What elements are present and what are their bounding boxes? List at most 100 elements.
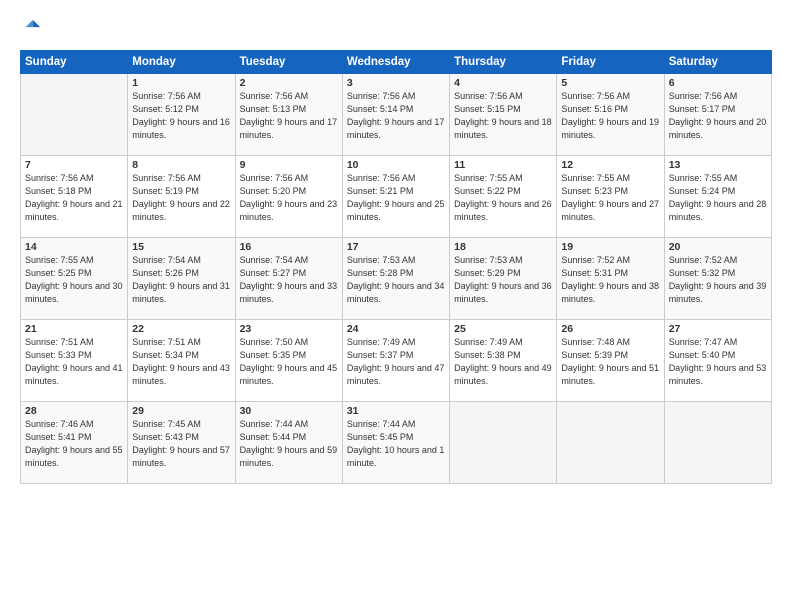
day-cell: 1Sunrise: 7:56 AMSunset: 5:12 PMDaylight…: [128, 74, 235, 156]
logo: [20, 18, 46, 40]
day-number: 7: [25, 159, 123, 171]
weekday-header-saturday: Saturday: [664, 51, 771, 74]
day-number: 4: [454, 77, 552, 89]
day-cell: 17Sunrise: 7:53 AMSunset: 5:28 PMDayligh…: [342, 238, 449, 320]
weekday-header-friday: Friday: [557, 51, 664, 74]
day-number: 14: [25, 241, 123, 253]
calendar-header: SundayMondayTuesdayWednesdayThursdayFrid…: [21, 51, 772, 74]
day-info: Sunrise: 7:56 AMSunset: 5:12 PMDaylight:…: [132, 90, 230, 142]
day-cell: 28Sunrise: 7:46 AMSunset: 5:41 PMDayligh…: [21, 402, 128, 484]
day-number: 21: [25, 323, 123, 335]
day-info: Sunrise: 7:51 AMSunset: 5:33 PMDaylight:…: [25, 336, 123, 388]
day-info: Sunrise: 7:51 AMSunset: 5:34 PMDaylight:…: [132, 336, 230, 388]
day-info: Sunrise: 7:55 AMSunset: 5:23 PMDaylight:…: [561, 172, 659, 224]
day-info: Sunrise: 7:56 AMSunset: 5:16 PMDaylight:…: [561, 90, 659, 142]
day-info: Sunrise: 7:44 AMSunset: 5:45 PMDaylight:…: [347, 418, 445, 470]
day-number: 31: [347, 405, 445, 417]
day-info: Sunrise: 7:52 AMSunset: 5:31 PMDaylight:…: [561, 254, 659, 306]
day-number: 3: [347, 77, 445, 89]
calendar-body: 1Sunrise: 7:56 AMSunset: 5:12 PMDaylight…: [21, 74, 772, 484]
day-number: 2: [240, 77, 338, 89]
day-number: 27: [669, 323, 767, 335]
day-cell: 9Sunrise: 7:56 AMSunset: 5:20 PMDaylight…: [235, 156, 342, 238]
day-cell: 15Sunrise: 7:54 AMSunset: 5:26 PMDayligh…: [128, 238, 235, 320]
day-number: 18: [454, 241, 552, 253]
day-number: 11: [454, 159, 552, 171]
day-info: Sunrise: 7:56 AMSunset: 5:15 PMDaylight:…: [454, 90, 552, 142]
day-info: Sunrise: 7:44 AMSunset: 5:44 PMDaylight:…: [240, 418, 338, 470]
day-cell: 16Sunrise: 7:54 AMSunset: 5:27 PMDayligh…: [235, 238, 342, 320]
day-number: 17: [347, 241, 445, 253]
day-number: 25: [454, 323, 552, 335]
week-row-4: 21Sunrise: 7:51 AMSunset: 5:33 PMDayligh…: [21, 320, 772, 402]
day-info: Sunrise: 7:56 AMSunset: 5:14 PMDaylight:…: [347, 90, 445, 142]
day-number: 15: [132, 241, 230, 253]
day-info: Sunrise: 7:53 AMSunset: 5:29 PMDaylight:…: [454, 254, 552, 306]
day-number: 23: [240, 323, 338, 335]
calendar-table: SundayMondayTuesdayWednesdayThursdayFrid…: [20, 50, 772, 484]
day-info: Sunrise: 7:54 AMSunset: 5:26 PMDaylight:…: [132, 254, 230, 306]
day-cell: 7Sunrise: 7:56 AMSunset: 5:18 PMDaylight…: [21, 156, 128, 238]
day-cell: 4Sunrise: 7:56 AMSunset: 5:15 PMDaylight…: [450, 74, 557, 156]
day-info: Sunrise: 7:55 AMSunset: 5:22 PMDaylight:…: [454, 172, 552, 224]
day-info: Sunrise: 7:56 AMSunset: 5:17 PMDaylight:…: [669, 90, 767, 142]
day-info: Sunrise: 7:46 AMSunset: 5:41 PMDaylight:…: [25, 418, 123, 470]
day-info: Sunrise: 7:55 AMSunset: 5:24 PMDaylight:…: [669, 172, 767, 224]
day-cell: [21, 74, 128, 156]
day-cell: 31Sunrise: 7:44 AMSunset: 5:45 PMDayligh…: [342, 402, 449, 484]
day-cell: 6Sunrise: 7:56 AMSunset: 5:17 PMDaylight…: [664, 74, 771, 156]
day-cell: 30Sunrise: 7:44 AMSunset: 5:44 PMDayligh…: [235, 402, 342, 484]
day-cell: 19Sunrise: 7:52 AMSunset: 5:31 PMDayligh…: [557, 238, 664, 320]
day-number: 6: [669, 77, 767, 89]
day-cell: 11Sunrise: 7:55 AMSunset: 5:22 PMDayligh…: [450, 156, 557, 238]
day-number: 19: [561, 241, 659, 253]
day-info: Sunrise: 7:54 AMSunset: 5:27 PMDaylight:…: [240, 254, 338, 306]
weekday-header-tuesday: Tuesday: [235, 51, 342, 74]
day-number: 8: [132, 159, 230, 171]
week-row-3: 14Sunrise: 7:55 AMSunset: 5:25 PMDayligh…: [21, 238, 772, 320]
week-row-1: 1Sunrise: 7:56 AMSunset: 5:12 PMDaylight…: [21, 74, 772, 156]
weekday-header-wednesday: Wednesday: [342, 51, 449, 74]
day-cell: 10Sunrise: 7:56 AMSunset: 5:21 PMDayligh…: [342, 156, 449, 238]
weekday-header-monday: Monday: [128, 51, 235, 74]
calendar-page: SundayMondayTuesdayWednesdayThursdayFrid…: [0, 0, 792, 612]
day-cell: 2Sunrise: 7:56 AMSunset: 5:13 PMDaylight…: [235, 74, 342, 156]
day-number: 30: [240, 405, 338, 417]
day-info: Sunrise: 7:56 AMSunset: 5:13 PMDaylight:…: [240, 90, 338, 142]
day-number: 26: [561, 323, 659, 335]
week-row-2: 7Sunrise: 7:56 AMSunset: 5:18 PMDaylight…: [21, 156, 772, 238]
day-info: Sunrise: 7:56 AMSunset: 5:19 PMDaylight:…: [132, 172, 230, 224]
day-cell: [664, 402, 771, 484]
day-info: Sunrise: 7:56 AMSunset: 5:21 PMDaylight:…: [347, 172, 445, 224]
day-cell: 22Sunrise: 7:51 AMSunset: 5:34 PMDayligh…: [128, 320, 235, 402]
day-cell: 23Sunrise: 7:50 AMSunset: 5:35 PMDayligh…: [235, 320, 342, 402]
day-cell: 18Sunrise: 7:53 AMSunset: 5:29 PMDayligh…: [450, 238, 557, 320]
day-number: 12: [561, 159, 659, 171]
day-cell: 29Sunrise: 7:45 AMSunset: 5:43 PMDayligh…: [128, 402, 235, 484]
day-cell: 27Sunrise: 7:47 AMSunset: 5:40 PMDayligh…: [664, 320, 771, 402]
day-number: 22: [132, 323, 230, 335]
day-number: 9: [240, 159, 338, 171]
day-cell: [557, 402, 664, 484]
day-cell: 3Sunrise: 7:56 AMSunset: 5:14 PMDaylight…: [342, 74, 449, 156]
day-cell: 13Sunrise: 7:55 AMSunset: 5:24 PMDayligh…: [664, 156, 771, 238]
day-number: 16: [240, 241, 338, 253]
day-info: Sunrise: 7:48 AMSunset: 5:39 PMDaylight:…: [561, 336, 659, 388]
day-number: 5: [561, 77, 659, 89]
day-cell: 24Sunrise: 7:49 AMSunset: 5:37 PMDayligh…: [342, 320, 449, 402]
day-info: Sunrise: 7:55 AMSunset: 5:25 PMDaylight:…: [25, 254, 123, 306]
day-number: 29: [132, 405, 230, 417]
day-number: 20: [669, 241, 767, 253]
day-number: 1: [132, 77, 230, 89]
weekday-header-sunday: Sunday: [21, 51, 128, 74]
logo-text: [20, 18, 46, 40]
day-number: 13: [669, 159, 767, 171]
day-cell: 20Sunrise: 7:52 AMSunset: 5:32 PMDayligh…: [664, 238, 771, 320]
day-info: Sunrise: 7:50 AMSunset: 5:35 PMDaylight:…: [240, 336, 338, 388]
day-info: Sunrise: 7:53 AMSunset: 5:28 PMDaylight:…: [347, 254, 445, 306]
weekday-header-thursday: Thursday: [450, 51, 557, 74]
logo-icon: [20, 18, 42, 40]
day-cell: 21Sunrise: 7:51 AMSunset: 5:33 PMDayligh…: [21, 320, 128, 402]
header: [20, 18, 772, 40]
day-info: Sunrise: 7:49 AMSunset: 5:38 PMDaylight:…: [454, 336, 552, 388]
